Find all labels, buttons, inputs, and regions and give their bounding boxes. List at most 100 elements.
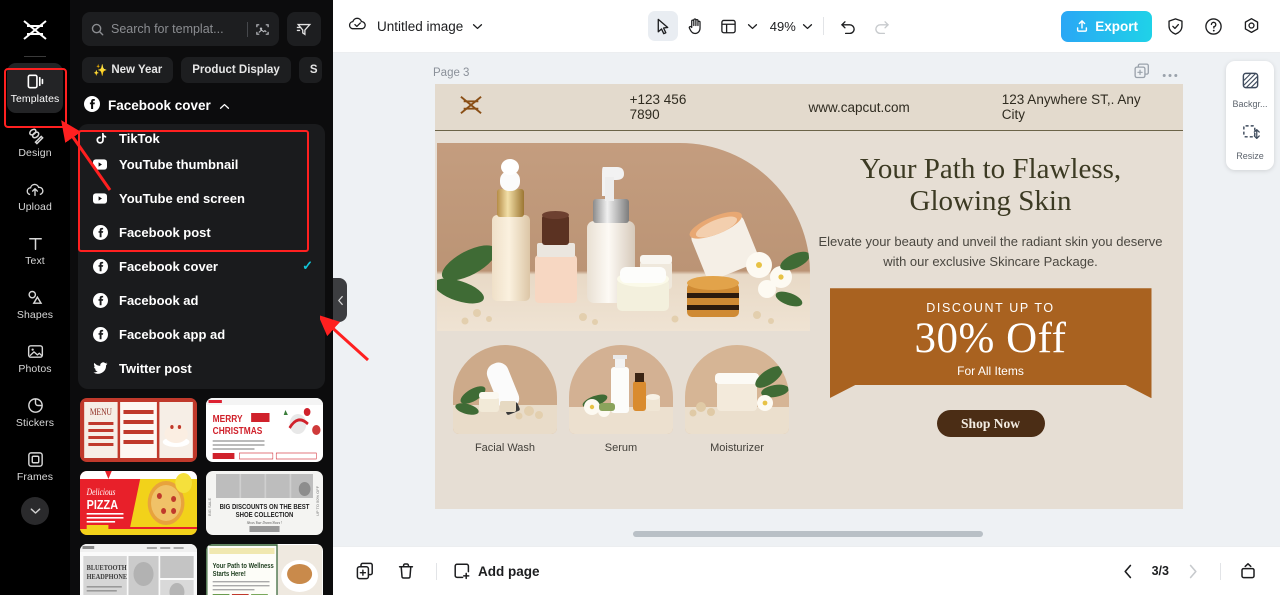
sidebar-item-design[interactable]: Design — [7, 117, 63, 167]
sparkle-icon: ✨ — [93, 65, 108, 77]
settings-gear-icon — [1244, 17, 1258, 33]
trash-icon — [398, 563, 414, 579]
dropdown-item-label: Facebook cover — [119, 258, 218, 274]
document-title[interactable]: Untitled image — [377, 19, 463, 34]
chip-new-year[interactable]: ✨ New Year — [82, 57, 174, 83]
product-image — [685, 345, 789, 434]
prev-page-button[interactable] — [1114, 557, 1142, 585]
templates-panel: Search for templat... ✨ New Year Product… — [70, 0, 333, 595]
select-tool-button[interactable] — [647, 11, 678, 41]
bottom-divider — [436, 562, 437, 580]
chevron-down-icon[interactable] — [802, 17, 813, 35]
dropdown-item-label: Facebook ad — [119, 292, 199, 308]
layout-tool-button[interactable] — [714, 11, 744, 41]
toolbar-center-group: 49% — [647, 11, 897, 41]
product-card[interactable]: Moisturizer — [685, 345, 789, 454]
sidebar-item-upload[interactable]: Upload — [7, 171, 63, 221]
next-page-button[interactable] — [1179, 557, 1207, 585]
undo-icon — [841, 20, 856, 34]
settings-button[interactable] — [1236, 11, 1266, 41]
template-thumbnail[interactable]: MERRY CHRISTMAS — [206, 398, 323, 462]
resize-tool[interactable]: Resize — [1226, 123, 1274, 161]
shield-check-icon — [1167, 17, 1183, 35]
template-thumbnail[interactable]: BIG DISCOUNTS ON THE BEST SHOE COLLECTION… — [206, 471, 323, 535]
panel-header: Search for templat... ✨ New Year Product… — [70, 0, 333, 83]
search-placeholder: Search for templat... — [111, 22, 224, 36]
dropdown-item-youtube-thumbnail[interactable]: YouTube thumbnail — [78, 147, 325, 181]
product-cards: Facial Wash Serum Moisturizer — [435, 331, 810, 454]
discount-note: For All Items — [957, 364, 1024, 379]
duplicate-page-button[interactable] — [351, 557, 379, 585]
chevron-down-icon[interactable] — [472, 17, 483, 35]
filter-button[interactable] — [287, 12, 321, 46]
hand-tool-button[interactable] — [681, 11, 711, 41]
export-label: Export — [1095, 18, 1138, 34]
sidebar-item-templates[interactable]: Templates — [7, 63, 63, 113]
product-card[interactable]: Facial Wash — [453, 345, 557, 454]
redo-icon — [875, 20, 890, 34]
category-header[interactable]: Facebook cover — [70, 83, 333, 124]
artboard-body: Facial Wash Serum Moisturizer Your Path … — [435, 131, 1183, 509]
present-button[interactable] — [1234, 557, 1262, 585]
toolbar-left-group: Untitled image — [347, 15, 483, 37]
svg-text:MERRY: MERRY — [213, 413, 243, 424]
capcut-logo-icon[interactable] — [15, 14, 55, 46]
page-navigation: 3/3 — [1114, 557, 1262, 585]
dropdown-item-facebook-cover[interactable]: Facebook cover ✓ — [78, 249, 325, 283]
template-thumbnail[interactable]: Delicious PIZZA — [80, 471, 197, 535]
discount-banner: DISCOUNT UP TO 30% Off For All Items — [829, 288, 1152, 399]
shield-check-button[interactable] — [1160, 11, 1190, 41]
rail-expand-button[interactable] — [21, 497, 49, 525]
chip-partial[interactable]: S — [298, 57, 322, 83]
help-button[interactable] — [1198, 11, 1228, 41]
more-options-icon[interactable] — [1162, 65, 1178, 83]
left-icon-rail: Templates Design Upload Text Shapes Phot… — [0, 0, 70, 595]
undo-button[interactable] — [834, 11, 864, 41]
dropdown-item-tiktok[interactable]: TikTok — [78, 126, 325, 147]
add-page-icon — [454, 563, 470, 580]
chevron-up-icon — [219, 98, 230, 113]
dropdown-item-twitter-post[interactable]: Twitter post — [78, 351, 325, 385]
discount-value: 30% Off — [914, 315, 1067, 363]
sidebar-item-frames[interactable]: Frames — [7, 441, 63, 491]
chevron-down-icon[interactable] — [747, 17, 758, 35]
chevron-right-icon — [1189, 564, 1197, 578]
format-dropdown-list: TikTok YouTube thumbnail YouTube end scr… — [78, 124, 325, 389]
dropdown-item-facebook-post[interactable]: Facebook post — [78, 215, 325, 249]
background-tool[interactable]: Backgr... — [1226, 71, 1274, 109]
template-thumbnail[interactable]: MENU — [80, 398, 197, 462]
shop-now-button[interactable]: Shop Now — [936, 410, 1045, 438]
export-button[interactable]: Export — [1061, 10, 1152, 42]
product-card[interactable]: Serum — [569, 345, 673, 454]
sidebar-item-text[interactable]: Text — [7, 225, 63, 275]
canvas-area[interactable]: Page 3 +123 456 7890 www.capcut.com 123 … — [333, 53, 1280, 546]
image-search-icon[interactable] — [255, 22, 270, 37]
template-thumbnail[interactable]: Your Path to Wellness Starts Here! — [206, 544, 323, 595]
canvas-horizontal-scrollbar[interactable] — [633, 531, 983, 537]
chip-label: S — [309, 64, 318, 76]
design-icon — [26, 126, 45, 145]
dropdown-item-facebook-app-ad[interactable]: Facebook app ad — [78, 317, 325, 351]
cloud-saved-icon[interactable] — [347, 15, 368, 37]
template-thumbnail[interactable]: BLUETOOTH HEADPHONE — [80, 544, 197, 595]
sidebar-item-stickers[interactable]: Stickers — [7, 387, 63, 437]
delete-page-button[interactable] — [392, 557, 420, 585]
search-input[interactable]: Search for templat... — [82, 12, 279, 46]
panel-collapse-handle[interactable] — [333, 278, 347, 322]
bottom-divider — [1220, 562, 1221, 580]
dropdown-item-youtube-end-screen[interactable]: YouTube end screen — [78, 181, 325, 215]
dropdown-item-label: Facebook app ad — [119, 326, 226, 342]
sidebar-item-photos[interactable]: Photos — [7, 333, 63, 383]
artboard-website: www.capcut.com — [808, 99, 910, 115]
svg-text:BIG DISCOUNTS ON THE BEST: BIG DISCOUNTS ON THE BEST — [220, 504, 310, 512]
product-caption: Serum — [604, 442, 638, 454]
duplicate-page-icon[interactable] — [1134, 63, 1150, 84]
dropdown-item-label: Facebook post — [119, 224, 211, 240]
dropdown-item-facebook-ad[interactable]: Facebook ad — [78, 283, 325, 317]
add-page-button[interactable]: Add page — [453, 562, 540, 580]
redo-button[interactable] — [867, 11, 897, 41]
sidebar-item-shapes[interactable]: Shapes — [7, 279, 63, 329]
artboard-page-3[interactable]: +123 456 7890 www.capcut.com 123 Anywher… — [435, 84, 1183, 509]
chip-product-display[interactable]: Product Display — [181, 57, 291, 83]
zoom-level[interactable]: 49% — [767, 19, 799, 34]
